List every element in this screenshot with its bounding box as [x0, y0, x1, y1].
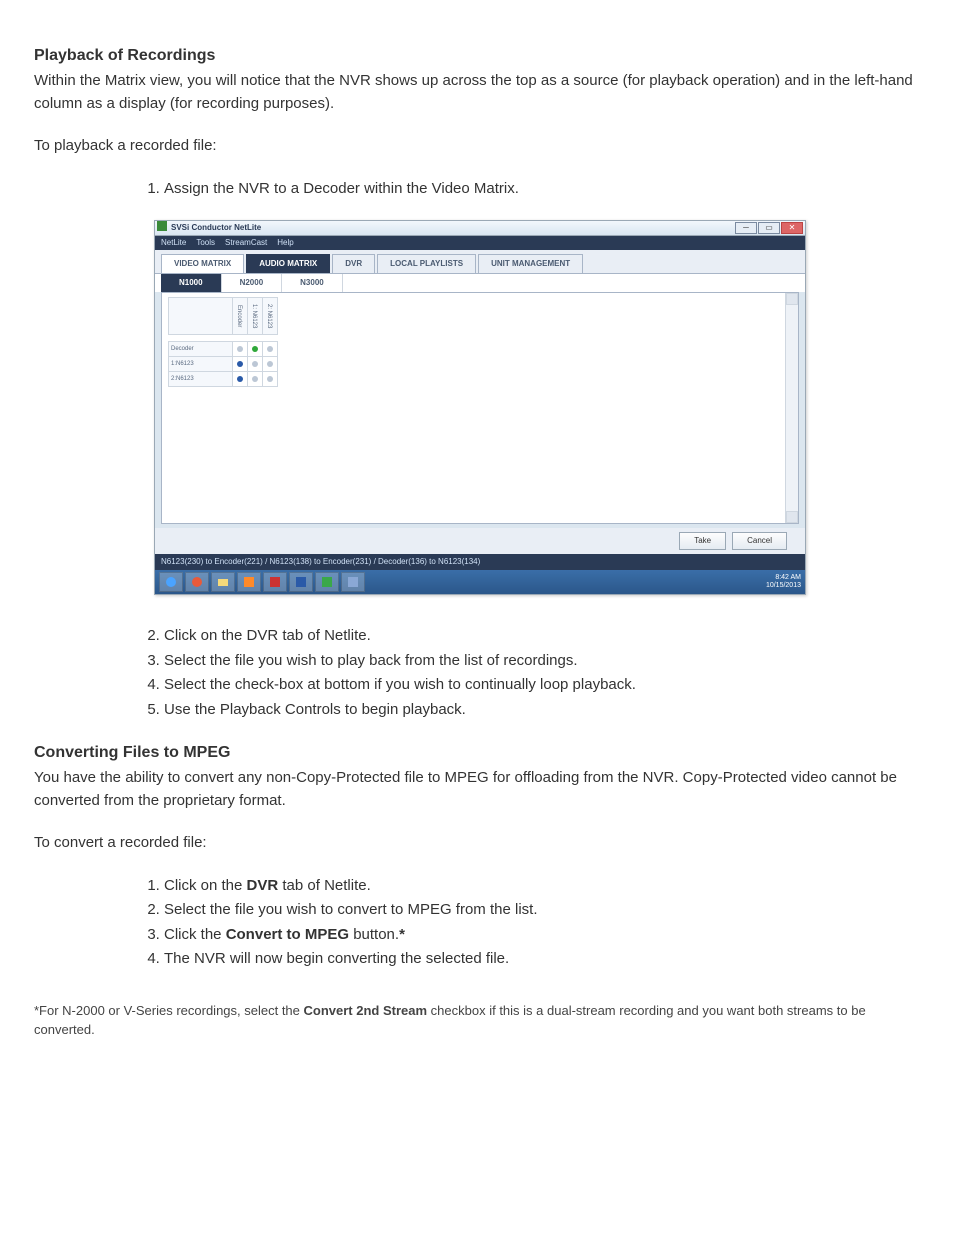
task-chrome-icon[interactable]	[185, 572, 209, 592]
cell[interactable]	[263, 372, 278, 387]
step-5: Use the Playback Controls to begin playb…	[164, 699, 920, 722]
close-button[interactable]: ✕	[781, 222, 803, 234]
subtab-n2000[interactable]: N2000	[222, 274, 283, 292]
convert-step-4: The NVR will now begin converting the se…	[164, 948, 920, 971]
menubar: NetLite Tools StreamCast Help	[155, 236, 805, 250]
cell[interactable]	[248, 372, 263, 387]
minimize-button[interactable]: ─	[735, 222, 757, 234]
para-playback: Within the Matrix view, you will notice …	[34, 70, 920, 115]
task-pdf-icon[interactable]	[263, 572, 287, 592]
text-bold: Convert 2nd Stream	[304, 1003, 428, 1018]
text: tab of Netlite.	[278, 877, 371, 894]
app-window: SVSi Conductor NetLite ─ ▭ ✕ NetLite Too…	[154, 220, 806, 595]
clock-time: 8:42 AM	[766, 574, 801, 582]
text-bold: DVR	[247, 877, 279, 894]
task-misc-icon[interactable]	[341, 572, 365, 592]
scroll-up-icon[interactable]	[786, 293, 798, 305]
tab-video-matrix[interactable]: VIDEO MATRIX	[161, 254, 244, 273]
vertical-scrollbar[interactable]	[785, 293, 798, 523]
text: Click on the	[164, 877, 247, 894]
cell[interactable]	[233, 357, 248, 372]
asterisk: *	[399, 926, 405, 943]
status-bar: N6123(230) to Encoder(221) / N6123(138) …	[155, 554, 805, 570]
row-2: 2:N6123	[169, 372, 233, 387]
action-bar: Take Cancel	[155, 528, 805, 554]
main-tabs: VIDEO MATRIX AUDIO MATRIX DVR LOCAL PLAY…	[155, 250, 805, 273]
system-tray[interactable]: 8:42 AM 10/15/2013	[766, 574, 801, 589]
convert-step-1: Click on the DVR tab of Netlite.	[164, 875, 920, 898]
menu-tools[interactable]: Tools	[196, 237, 215, 249]
heading-converting: Converting Files to MPEG	[34, 741, 920, 765]
sub-tabs: N1000 N2000 N3000	[155, 273, 805, 292]
menu-help[interactable]: Help	[277, 237, 293, 249]
menu-streamcast[interactable]: StreamCast	[225, 237, 267, 249]
footnote: *For N-2000 or V-Series recordings, sele…	[34, 1001, 920, 1040]
step-3: Select the file you wish to play back fr…	[164, 650, 920, 673]
subtab-n3000[interactable]: N3000	[282, 274, 343, 292]
para-converting: You have the ability to convert any non-…	[34, 767, 920, 812]
intro-playback: To playback a recorded file:	[34, 135, 920, 158]
text: Click the	[164, 926, 226, 943]
task-app-icon[interactable]	[237, 572, 261, 592]
step-4: Select the check-box at bottom if you wi…	[164, 674, 920, 697]
tab-audio-matrix[interactable]: AUDIO MATRIX	[246, 254, 330, 273]
take-button[interactable]: Take	[679, 532, 726, 550]
cell[interactable]	[263, 357, 278, 372]
scroll-down-icon[interactable]	[786, 511, 798, 523]
col-encoder: Encoder	[234, 299, 243, 333]
maximize-button[interactable]: ▭	[758, 222, 780, 234]
cell[interactable]	[248, 357, 263, 372]
step-2: Click on the DVR tab of Netlite.	[164, 625, 920, 648]
text: button.	[349, 926, 399, 943]
cell[interactable]	[233, 372, 248, 387]
tab-unit-management[interactable]: UNIT MANAGEMENT	[478, 254, 583, 273]
text-bold: Convert to MPEG	[226, 926, 349, 943]
convert-step-3: Click the Convert to MPEG button.*	[164, 924, 920, 947]
taskbar: 8:42 AM 10/15/2013	[155, 570, 805, 594]
heading-playback: Playback of Recordings	[34, 44, 920, 68]
cell[interactable]	[248, 342, 263, 357]
row-1: 1:N6123	[169, 357, 233, 372]
convert-step-2: Select the file you wish to convert to M…	[164, 899, 920, 922]
col-2: 2: N6123	[264, 299, 273, 333]
text: *For N-2000 or V-Series recordings, sele…	[34, 1003, 304, 1018]
intro-converting: To convert a recorded file:	[34, 832, 920, 855]
matrix-area: Encoder 1: N6123 2: N6123 Decoder 1:N612…	[161, 292, 799, 524]
clock-date: 10/15/2013	[766, 582, 801, 590]
menu-netlite[interactable]: NetLite	[161, 237, 186, 249]
col-1: 1: N6123	[249, 299, 258, 333]
window-title: SVSi Conductor NetLite	[171, 222, 261, 234]
tab-dvr[interactable]: DVR	[332, 254, 375, 273]
subtab-n1000[interactable]: N1000	[161, 274, 222, 292]
task-green-icon[interactable]	[315, 572, 339, 592]
task-explorer-icon[interactable]	[211, 572, 235, 592]
cell[interactable]	[233, 342, 248, 357]
cell[interactable]	[263, 342, 278, 357]
cancel-button[interactable]: Cancel	[732, 532, 787, 550]
matrix-table: Encoder 1: N6123 2: N6123 Decoder 1:N612…	[168, 297, 278, 387]
app-logo-icon	[157, 221, 167, 235]
start-button[interactable]	[159, 572, 183, 592]
tab-local-playlists[interactable]: LOCAL PLAYLISTS	[377, 254, 476, 273]
row-decoder: Decoder	[169, 342, 233, 357]
step-1: Assign the NVR to a Decoder within the V…	[164, 178, 920, 201]
task-word-icon[interactable]	[289, 572, 313, 592]
titlebar: SVSi Conductor NetLite ─ ▭ ✕	[155, 221, 805, 236]
